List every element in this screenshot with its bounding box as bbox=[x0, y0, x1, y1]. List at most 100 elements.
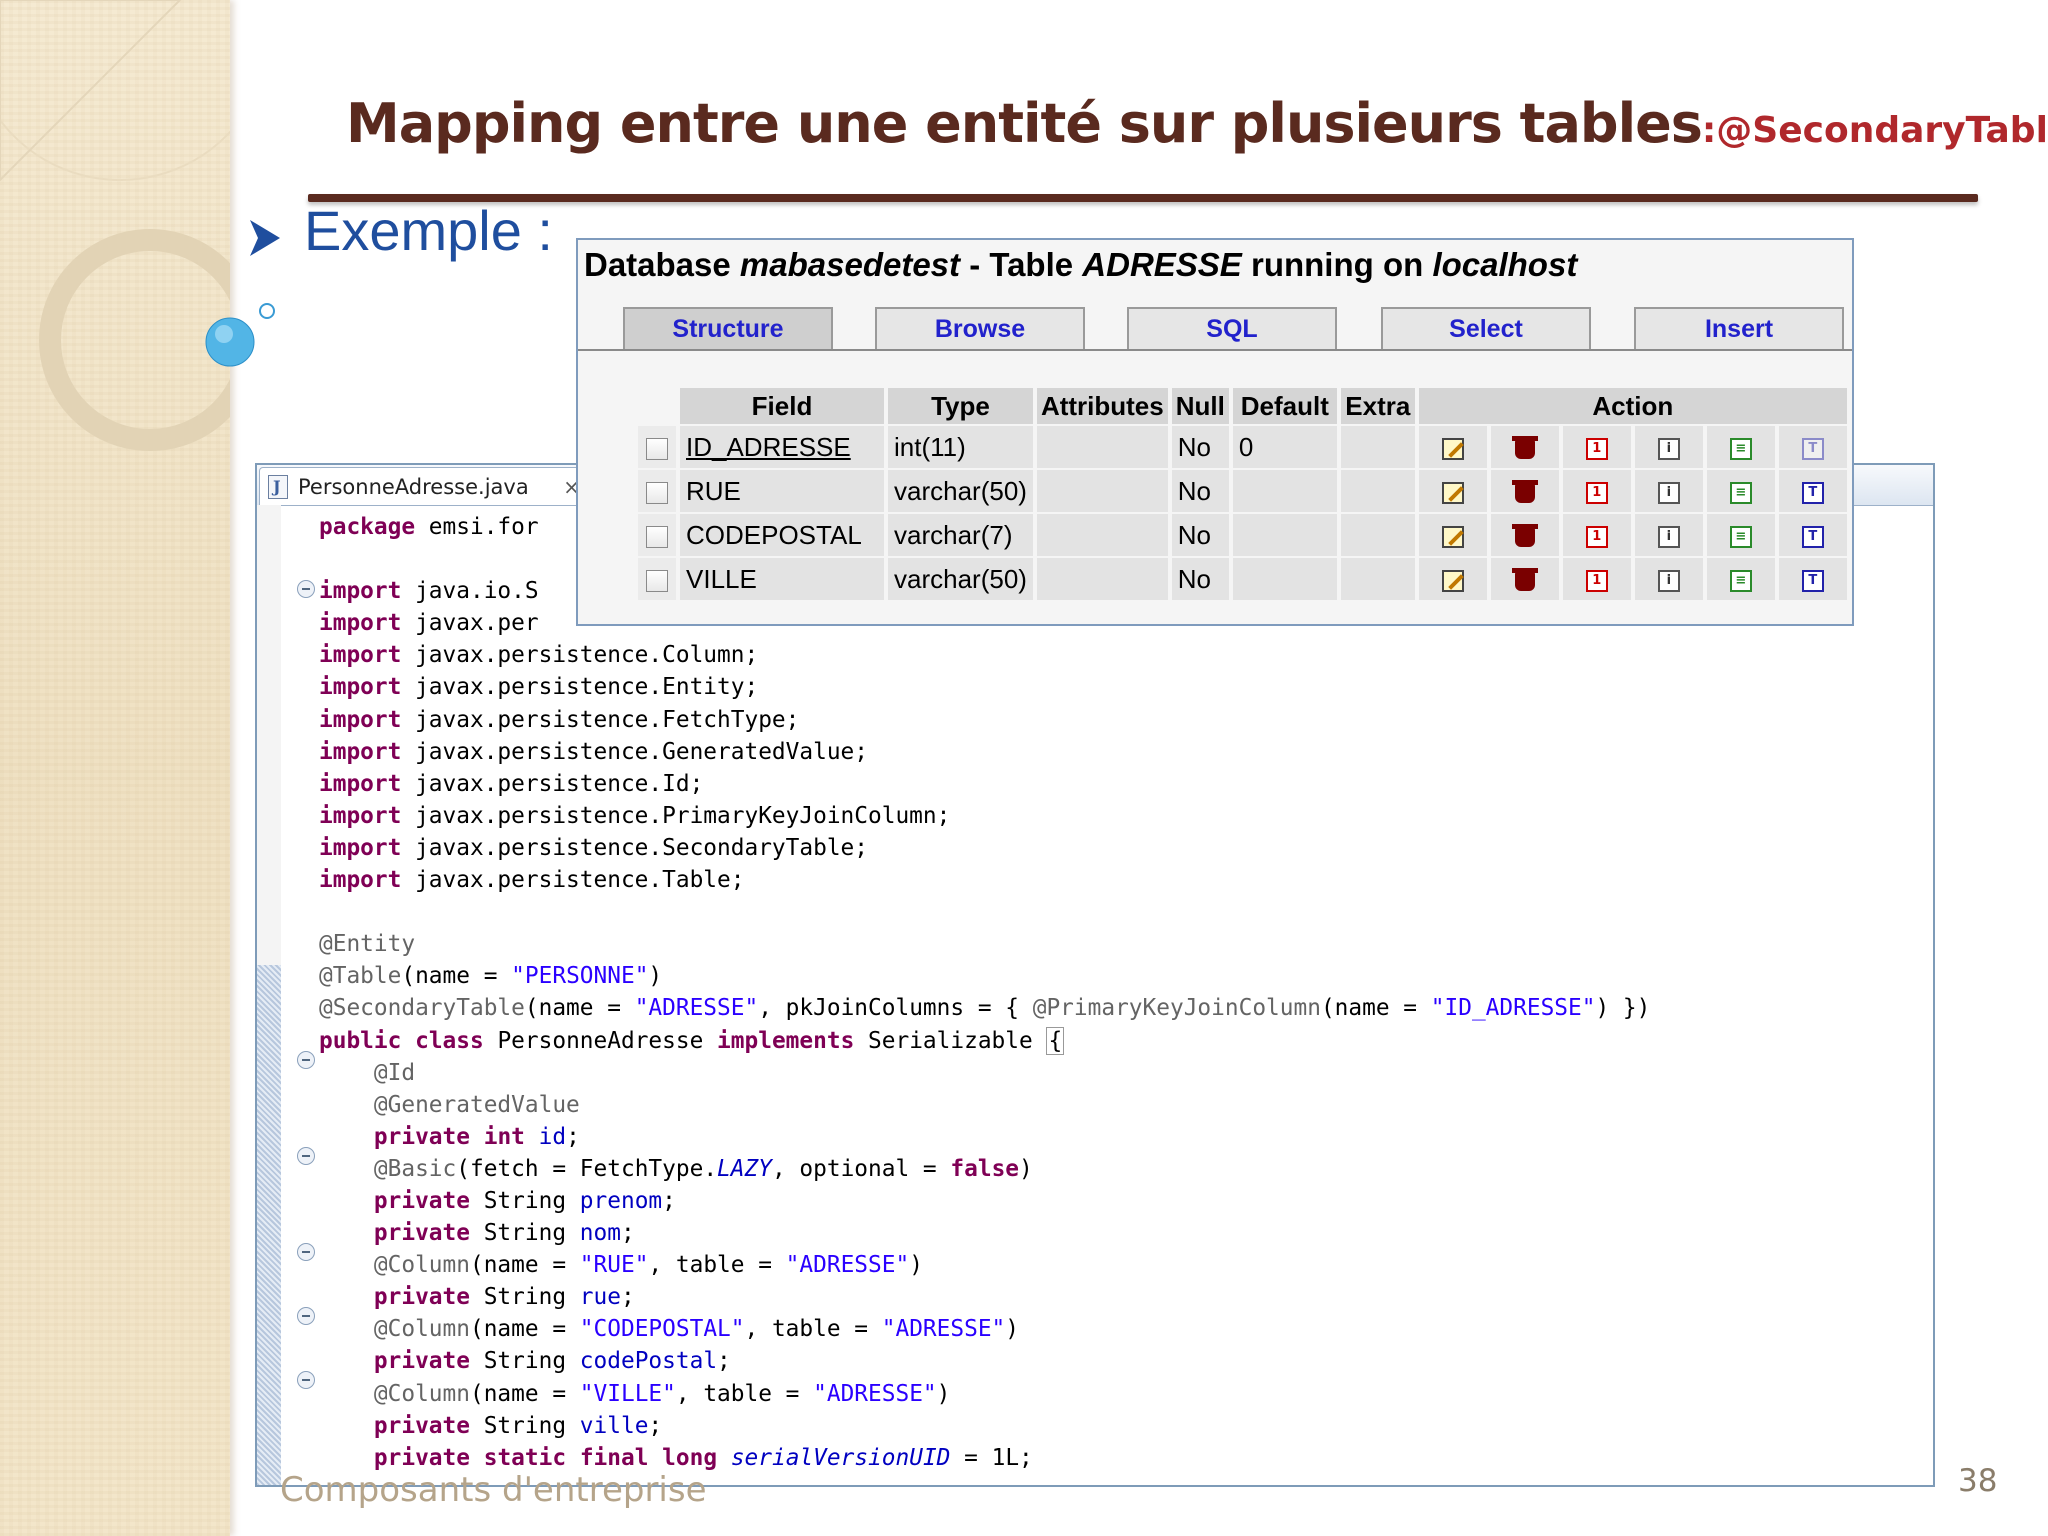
fold-toggle-icon[interactable] bbox=[297, 1307, 315, 1325]
action-cell: i bbox=[1634, 558, 1703, 600]
extra-cell bbox=[1340, 426, 1415, 468]
decorative-circles bbox=[0, 0, 230, 451]
primary-key-icon[interactable]: 1 bbox=[1585, 525, 1608, 548]
row-checkbox[interactable] bbox=[646, 569, 668, 592]
default-cell bbox=[1232, 558, 1337, 600]
action-cell: ≡ bbox=[1706, 558, 1775, 600]
pma-title-text: Database bbox=[584, 246, 740, 283]
code-line: import javax.persistence.PrimaryKeyJoinC… bbox=[319, 802, 951, 829]
action-cell: ≡ bbox=[1706, 470, 1775, 512]
fold-toggle-icon[interactable] bbox=[297, 580, 315, 598]
code-line: @Column(name = "CODEPOSTAL", table = "AD… bbox=[373, 1316, 1020, 1343]
extra-cell bbox=[1340, 514, 1415, 556]
action-cell bbox=[1490, 470, 1559, 512]
action-cell: T bbox=[1778, 470, 1847, 512]
change-marker bbox=[257, 965, 281, 1485]
code-line: @Id bbox=[373, 1059, 416, 1086]
code-line: import javax.per bbox=[319, 610, 539, 637]
structure-table: Field Type Attributes Null Default Extra… bbox=[634, 386, 1851, 602]
index-icon[interactable]: ≡ bbox=[1729, 481, 1752, 504]
fold-toggle-icon[interactable] bbox=[297, 1051, 315, 1069]
action-cell: 1 bbox=[1562, 470, 1631, 512]
row-checkbox[interactable] bbox=[646, 481, 668, 504]
tab-sql[interactable]: SQL bbox=[1127, 307, 1337, 349]
pma-title-text: - Table bbox=[960, 246, 1083, 283]
pma-title: Database mabasedetest - Table ADRESSE ru… bbox=[584, 246, 1577, 284]
action-cell: ≡ bbox=[1706, 426, 1775, 468]
code-line: import javax.persistence.Table; bbox=[319, 867, 745, 894]
edit-icon[interactable] bbox=[1441, 437, 1464, 460]
drop-icon[interactable] bbox=[1511, 479, 1538, 503]
default-cell bbox=[1232, 514, 1337, 556]
tab-insert[interactable]: Insert bbox=[1634, 307, 1844, 349]
code-line: import javax.persistence.Id; bbox=[319, 770, 704, 797]
unique-icon[interactable]: i bbox=[1657, 569, 1680, 592]
editor-tab[interactable]: PersonneAdresse.java × bbox=[259, 467, 589, 505]
footer-label: Composants d'entreprise bbox=[280, 1470, 707, 1510]
edit-icon[interactable] bbox=[1441, 569, 1464, 592]
decorative-side-band bbox=[0, 0, 230, 1536]
edit-icon[interactable] bbox=[1441, 525, 1464, 548]
unique-icon[interactable]: i bbox=[1657, 481, 1680, 504]
null-cell: No bbox=[1171, 514, 1229, 556]
code-line: private String nom; bbox=[373, 1220, 635, 1247]
table-row: ID_ADRESSE int(11) No 0 1 i ≡ T bbox=[638, 426, 1847, 468]
index-icon[interactable]: ≡ bbox=[1729, 569, 1752, 592]
code-line: import java.io.S bbox=[319, 578, 539, 605]
primary-key-icon[interactable]: 1 bbox=[1585, 569, 1608, 592]
fulltext-icon[interactable]: T bbox=[1801, 437, 1824, 460]
index-icon[interactable]: ≡ bbox=[1729, 437, 1752, 460]
code-line: @Table(name = "PERSONNE") bbox=[319, 963, 663, 990]
drop-icon[interactable] bbox=[1511, 435, 1538, 459]
code-line: private String rue; bbox=[373, 1284, 635, 1311]
column-header-type[interactable]: Type bbox=[888, 388, 1033, 424]
code-line: @Basic(fetch = FetchType.LAZY, optional … bbox=[373, 1155, 1033, 1182]
drop-icon[interactable] bbox=[1511, 523, 1538, 547]
code-text[interactable]: package emsi.for import java.io.S import… bbox=[319, 511, 1650, 1474]
tab-browse[interactable]: Browse bbox=[875, 307, 1085, 349]
action-cell bbox=[1490, 514, 1559, 556]
fold-toggle-icon[interactable] bbox=[297, 1147, 315, 1165]
fold-toggle-icon[interactable] bbox=[297, 1371, 315, 1389]
code-line: import javax.persistence.GeneratedValue; bbox=[319, 738, 869, 765]
code-line: private String prenom; bbox=[373, 1187, 676, 1214]
row-select-cell bbox=[638, 426, 676, 468]
editor-tab-label: PersonneAdresse.java bbox=[298, 474, 529, 499]
fulltext-icon[interactable]: T bbox=[1801, 481, 1824, 504]
column-header-attributes[interactable]: Attributes bbox=[1036, 388, 1168, 424]
default-cell bbox=[1232, 470, 1337, 512]
pma-host-name: localhost bbox=[1432, 246, 1578, 283]
code-line: private int id; bbox=[373, 1123, 580, 1150]
title-underline bbox=[308, 194, 1978, 202]
column-header-null[interactable]: Null bbox=[1171, 388, 1229, 424]
column-header-extra[interactable]: Extra bbox=[1340, 388, 1415, 424]
action-cell bbox=[1490, 426, 1559, 468]
tab-structure[interactable]: Structure bbox=[623, 307, 833, 349]
primary-key-icon[interactable]: 1 bbox=[1585, 437, 1608, 460]
primary-key-icon[interactable]: 1 bbox=[1585, 481, 1608, 504]
row-checkbox[interactable] bbox=[646, 525, 668, 548]
fulltext-icon[interactable]: T bbox=[1801, 525, 1824, 548]
default-cell: 0 bbox=[1232, 426, 1337, 468]
tab-select[interactable]: Select bbox=[1381, 307, 1591, 349]
fold-toggle-icon[interactable] bbox=[297, 1243, 315, 1261]
fulltext-icon[interactable]: T bbox=[1801, 569, 1824, 592]
column-header-default[interactable]: Default bbox=[1232, 388, 1337, 424]
slide-title-suffix: :@SecondaryTable bbox=[1701, 110, 2048, 151]
drop-icon[interactable] bbox=[1511, 567, 1538, 591]
field-name-cell[interactable]: ID_ADRESSE bbox=[680, 426, 884, 468]
type-cell: varchar(7) bbox=[888, 514, 1033, 556]
row-checkbox[interactable] bbox=[646, 437, 668, 460]
code-line: public class PersonneAdresse implements … bbox=[319, 1026, 1065, 1055]
row-select-cell bbox=[638, 470, 676, 512]
type-cell: varchar(50) bbox=[888, 558, 1033, 600]
action-cell: i bbox=[1634, 470, 1703, 512]
unique-icon[interactable]: i bbox=[1657, 525, 1680, 548]
null-cell: No bbox=[1171, 558, 1229, 600]
field-name-cell: RUE bbox=[680, 470, 884, 512]
column-header-field[interactable]: Field bbox=[680, 388, 884, 424]
index-icon[interactable]: ≡ bbox=[1729, 525, 1752, 548]
unique-icon[interactable]: i bbox=[1657, 437, 1680, 460]
edit-icon[interactable] bbox=[1441, 481, 1464, 504]
row-select-cell bbox=[638, 514, 676, 556]
